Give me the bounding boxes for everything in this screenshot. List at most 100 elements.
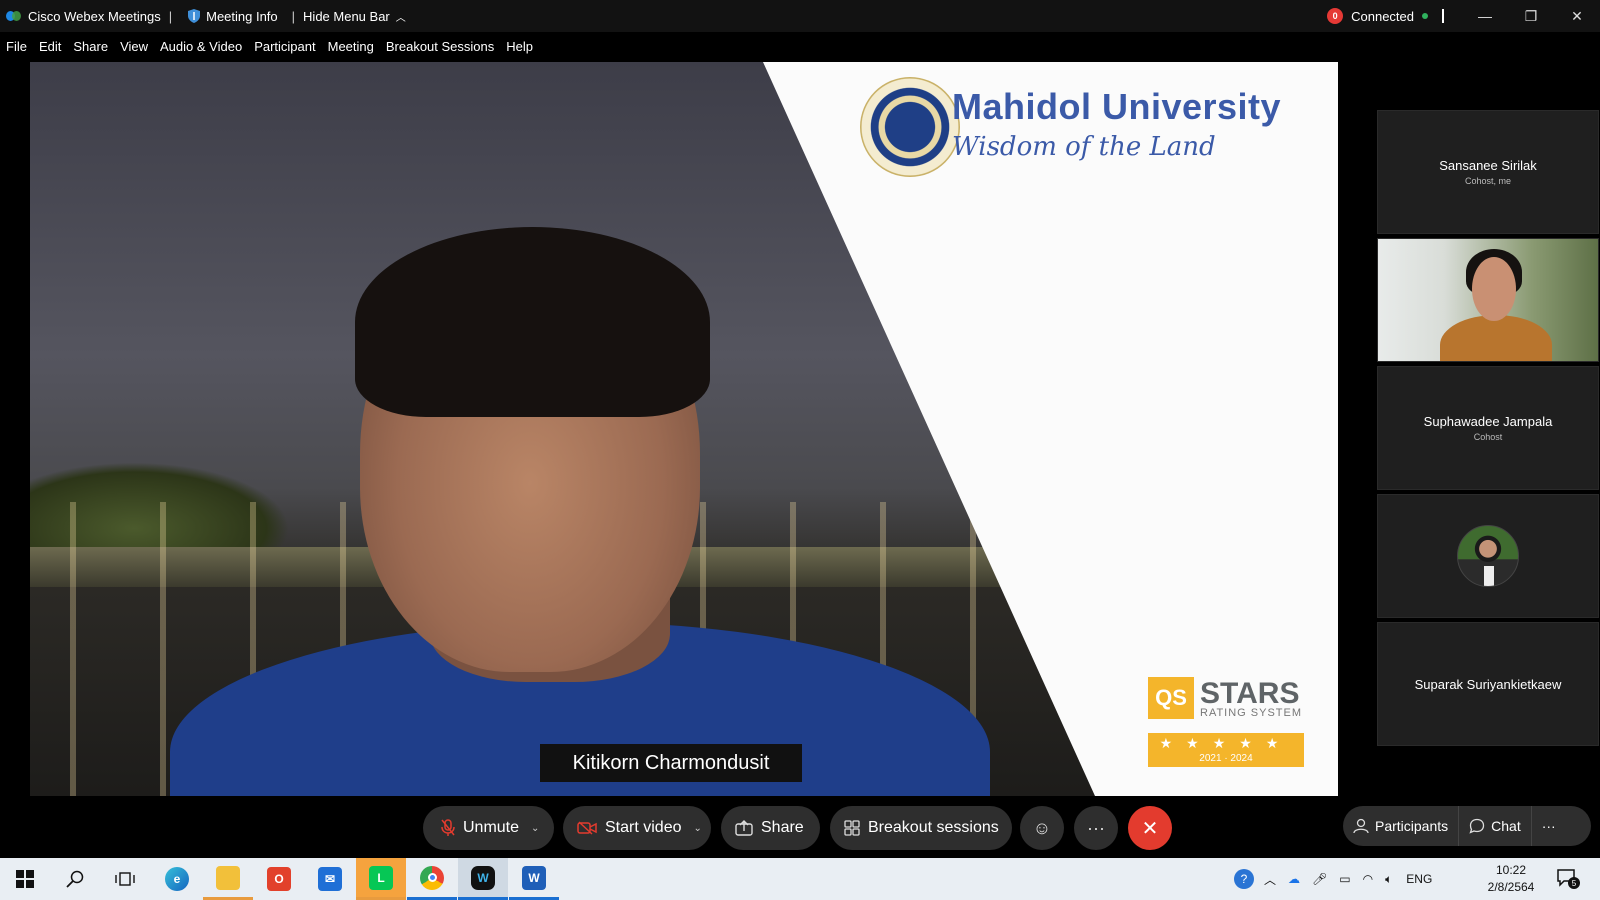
- search-icon: [66, 870, 84, 888]
- webex-app[interactable]: W: [458, 858, 508, 900]
- folder-icon: [216, 865, 240, 890]
- menu-view[interactable]: View: [120, 39, 148, 54]
- chevron-up-icon[interactable]: ︿: [1264, 871, 1276, 888]
- battery-icon[interactable]: ▭: [1339, 872, 1350, 886]
- menu-participant[interactable]: Participant: [254, 39, 315, 54]
- qs-badge: QS: [1148, 677, 1194, 719]
- breakout-sessions-label: Breakout sessions: [868, 819, 999, 836]
- close-icon: ✕: [1141, 817, 1159, 840]
- start-button[interactable]: [0, 858, 50, 900]
- unmute-label: Unmute: [463, 819, 520, 836]
- menu-edit[interactable]: Edit: [39, 39, 61, 54]
- taskbar-clock[interactable]: 10:22 2/8/2564: [1476, 862, 1546, 896]
- share-label: Share: [761, 819, 804, 836]
- avatar: [1457, 525, 1519, 587]
- meeting-info-label: Meeting Info: [206, 8, 278, 24]
- minimize-button[interactable]: —: [1462, 0, 1508, 32]
- task-view-button[interactable]: [100, 858, 150, 900]
- restore-icon: ❐: [1524, 7, 1538, 24]
- start-video-button[interactable]: Start video ⌄: [563, 806, 711, 850]
- participant-tile[interactable]: Sansanee Sirilak Cohost, me: [1377, 110, 1599, 234]
- panel-more-button[interactable]: ···: [1532, 806, 1566, 846]
- wifi-icon[interactable]: ◠: [1363, 872, 1373, 886]
- volume-icon[interactable]: 🔈︎: [1385, 872, 1392, 887]
- end-meeting-button[interactable]: ✕: [1128, 806, 1172, 850]
- app-title-text: Cisco Webex Meetings: [28, 8, 161, 24]
- chevron-up-icon: ︿: [395, 12, 406, 24]
- smiley-icon: ☺: [1032, 817, 1052, 838]
- chevron-down-icon[interactable]: ⌄: [693, 823, 701, 834]
- unmute-button[interactable]: Unmute ⌄: [423, 806, 554, 850]
- search-button[interactable]: [50, 858, 100, 900]
- university-seal-logo: [860, 77, 960, 177]
- mic-muted-icon: [441, 819, 455, 836]
- language-indicator[interactable]: ENG: [1406, 872, 1432, 886]
- chrome-icon: [420, 865, 444, 890]
- divider: [1442, 9, 1444, 23]
- clock-date: 2/8/2564: [1487, 880, 1535, 894]
- menu-share[interactable]: Share: [73, 39, 108, 54]
- chevron-down-icon[interactable]: ⌄: [531, 823, 539, 834]
- participants-button[interactable]: Participants: [1343, 806, 1458, 846]
- breakout-sessions-button[interactable]: Breakout sessions: [830, 806, 1012, 850]
- file-explorer-app[interactable]: [203, 858, 253, 900]
- menu-file[interactable]: File: [6, 39, 27, 54]
- menu-audio-video[interactable]: Audio & Video: [160, 39, 242, 54]
- participant-name: Suphawadee Jampala: [1423, 414, 1553, 429]
- participant-role: Cohost, me: [1464, 176, 1512, 186]
- more-icon: ···: [1087, 817, 1105, 838]
- qs-star-row: ★★★★★: [1159, 735, 1293, 751]
- mail-icon: ✉: [318, 867, 342, 891]
- edge-icon: e: [165, 867, 189, 891]
- line-app[interactable]: L: [356, 858, 406, 900]
- participant-role: Cohost: [1473, 432, 1503, 442]
- menu-breakout-sessions[interactable]: Breakout Sessions: [386, 39, 494, 54]
- close-button[interactable]: ✕: [1554, 0, 1600, 32]
- chat-button[interactable]: Chat: [1459, 806, 1531, 846]
- word-app[interactable]: W: [509, 858, 559, 900]
- notification-center-button[interactable]: 5: [1556, 867, 1580, 889]
- clock-time: 10:22: [1495, 863, 1527, 877]
- windows-taskbar: e O ✉ L W W ? ︿ ☁ 🎤︎ ▭ ◠ 🔈︎ ENG 10:22 2/…: [0, 858, 1600, 900]
- qs-stars-logo: QS STARS RATING SYSTEM ★★★★★ 2021 · 2024: [1148, 677, 1306, 767]
- restore-button[interactable]: ❐: [1508, 0, 1554, 32]
- office-icon: O: [267, 867, 291, 891]
- edge-app[interactable]: e: [152, 858, 202, 900]
- breakout-grid-icon: [844, 820, 860, 836]
- share-button[interactable]: Share: [721, 806, 820, 850]
- speaker-hair: [355, 227, 710, 417]
- webex-logo-icon: [6, 9, 22, 23]
- recording-badge[interactable]: 0: [1327, 8, 1344, 24]
- notification-count: 5: [1568, 877, 1580, 889]
- more-options-button[interactable]: ···: [1074, 806, 1118, 850]
- hide-menu-bar-label: Hide Menu Bar: [303, 8, 390, 24]
- participant-tile[interactable]: Suparak Suriyankietkaew: [1377, 622, 1599, 746]
- video-off-icon: [577, 821, 597, 835]
- menu-help[interactable]: Help: [506, 39, 533, 54]
- start-video-label: Start video: [605, 819, 682, 836]
- qs-rating-years: 2021 · 2024: [1199, 753, 1253, 764]
- shield-icon: [188, 9, 201, 23]
- reactions-button[interactable]: ☺: [1020, 806, 1064, 850]
- participant-name: Suparak Suriyankietkaew: [1414, 676, 1562, 692]
- microphone-icon[interactable]: 🎤︎: [1312, 872, 1327, 886]
- participant-video-head: [1472, 257, 1516, 321]
- close-icon: ✕: [1571, 7, 1583, 24]
- menu-meeting[interactable]: Meeting: [328, 39, 374, 54]
- participant-tile-avatar[interactable]: [1377, 494, 1599, 618]
- qs-rating-subtitle: RATING SYSTEM: [1200, 707, 1303, 719]
- onedrive-icon[interactable]: ☁: [1288, 872, 1300, 886]
- office-app[interactable]: O: [254, 858, 304, 900]
- participant-tile-video[interactable]: [1377, 238, 1599, 362]
- chat-label: Chat: [1491, 818, 1521, 834]
- panel-controls: Participants Chat ···: [1343, 806, 1591, 846]
- meeting-info-button[interactable]: Meeting Info: [182, 9, 284, 24]
- app-title: Cisco Webex Meetings: [0, 9, 167, 24]
- help-icon[interactable]: ?: [1234, 869, 1254, 889]
- mail-app[interactable]: ✉: [305, 858, 355, 900]
- participant-tile[interactable]: Suphawadee Jampala Cohost: [1377, 366, 1599, 490]
- connection-status[interactable]: Connected: [1351, 9, 1414, 24]
- main-speaker-video[interactable]: Mahidol University Wisdom of the Land QS…: [30, 62, 1338, 796]
- chrome-app[interactable]: [407, 858, 457, 900]
- hide-menu-bar-button[interactable]: Hide Menu Bar ︿: [297, 9, 412, 24]
